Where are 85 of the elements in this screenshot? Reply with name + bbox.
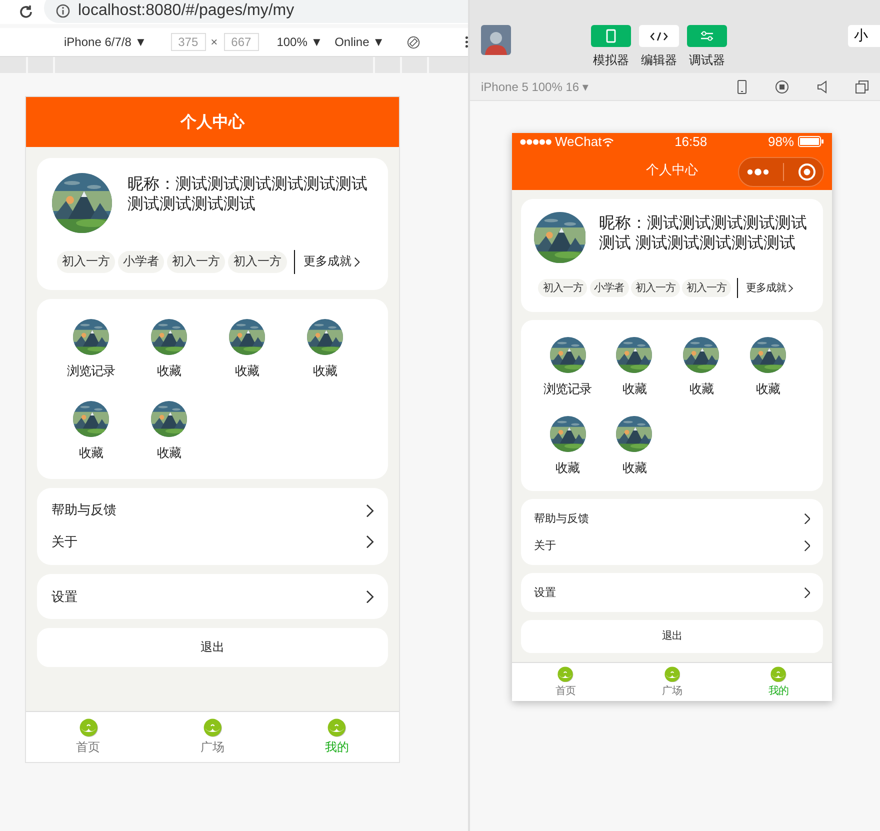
tab[interactable]: 首页	[26, 712, 150, 762]
kebab-menu-icon[interactable]	[464, 35, 468, 49]
shortcut-item[interactable]: 收藏	[734, 336, 802, 398]
battery-icon	[798, 136, 824, 148]
achievement-badge: 初入一方	[682, 278, 732, 298]
windows-icon[interactable]	[855, 80, 869, 94]
sliders-icon	[700, 31, 714, 41]
avatar-icon	[485, 29, 507, 55]
chevron-right-icon	[366, 590, 374, 604]
chevron-right-icon	[804, 512, 810, 524]
swirl-icon	[770, 666, 787, 682]
address-bar[interactable]: localhost:8080/#/pages/my/my	[44, 0, 468, 23]
shortcut-item[interactable]: 收藏	[130, 400, 208, 462]
shortcut-item[interactable]: 收藏	[52, 400, 130, 462]
code-icon	[650, 32, 668, 40]
shortcut-item[interactable]: 收藏	[601, 416, 668, 477]
user-avatar[interactable]	[481, 25, 511, 55]
menu-item[interactable]: 设置	[36, 580, 388, 612]
zoom-select[interactable]: 100% ▼	[276, 35, 323, 49]
swirl-icon	[557, 666, 574, 682]
shortcut-item[interactable]: 收藏	[208, 318, 286, 380]
chevron-right-icon	[366, 535, 374, 549]
shortcut-item[interactable]: 收藏	[534, 416, 602, 477]
status-time: 16:58	[674, 134, 708, 150]
phone-icon	[606, 29, 616, 43]
side-button[interactable]: 小	[848, 25, 880, 47]
more-icon[interactable]	[746, 168, 770, 176]
tab[interactable]: 广场	[150, 712, 275, 762]
url-text: localhost:8080/#/pages/my/my	[78, 2, 294, 20]
shortcut-item[interactable]: 收藏	[668, 336, 735, 398]
chevron-right-icon	[804, 540, 810, 552]
chevron-right-icon	[788, 284, 794, 292]
nickname: 昵称：测试测试测试测试测试测试测试测试测试测试	[127, 174, 368, 216]
page-header: 个人中心	[26, 97, 399, 148]
chevron-right-icon	[366, 504, 374, 518]
achievement-badge: 初入一方	[630, 278, 680, 298]
logout-button[interactable]: 退出	[36, 628, 388, 667]
info-icon	[56, 4, 70, 18]
menu-item[interactable]: 帮助与反馈	[36, 494, 388, 526]
phone-icon[interactable]	[735, 80, 749, 94]
achievement-badge: 小学者	[590, 278, 629, 298]
swirl-icon	[327, 718, 346, 738]
page-title: 个人中心	[646, 161, 698, 180]
achievement-badge: 小学者	[118, 250, 164, 273]
menu-item[interactable]: 关于	[36, 526, 388, 558]
shortcut-item[interactable]: 浏览记录	[534, 336, 602, 398]
tab[interactable]: 广场	[618, 663, 726, 701]
swirl-icon	[202, 718, 222, 738]
swirl-icon	[664, 666, 680, 682]
menu-item[interactable]: 设置	[521, 578, 823, 606]
signal-icon	[520, 138, 552, 146]
nickname: 昵称：测试测试测试测试测试测试 测试测试测试测试测试	[598, 214, 808, 254]
speaker-icon[interactable]	[815, 80, 829, 94]
carrier-name: WeChat	[555, 134, 602, 150]
capsule-menu[interactable]	[738, 156, 824, 187]
tab[interactable]: 首页	[512, 663, 619, 701]
shortcut-item[interactable]: 收藏	[601, 336, 668, 398]
toolbar-label: 编辑器	[641, 52, 677, 69]
reload-icon[interactable]	[18, 4, 34, 20]
device-select[interactable]: iPhone 6/7/8 ▼	[64, 35, 147, 49]
chevron-right-icon	[354, 256, 360, 267]
times-sign: ×	[210, 35, 218, 49]
toolbar-button[interactable]	[639, 25, 679, 47]
shortcut-item[interactable]: 收藏	[286, 318, 364, 380]
shortcut-item[interactable]: 收藏	[130, 318, 208, 380]
rotate-icon[interactable]	[406, 34, 420, 50]
more-achievements-link[interactable]: 更多成就	[746, 280, 794, 295]
swirl-icon	[78, 718, 98, 738]
network-select[interactable]: Online ▼	[334, 35, 384, 49]
achievement-badge: 初入一方	[56, 250, 116, 273]
shortcut-item[interactable]: 浏览记录	[52, 318, 130, 380]
battery-percent: 98%	[768, 134, 794, 150]
logout-button[interactable]: 退出	[521, 620, 823, 653]
toolbar-label: 调试器	[689, 52, 725, 69]
menu-item[interactable]: 关于	[521, 532, 823, 560]
achievement-badge: 初入一方	[167, 250, 226, 273]
record-icon[interactable]	[775, 80, 789, 94]
achievement-badge: 初入一方	[538, 278, 588, 298]
target-icon[interactable]	[798, 162, 816, 181]
achievement-badge: 初入一方	[228, 250, 287, 273]
chevron-right-icon	[804, 586, 810, 598]
menu-item[interactable]: 帮助与反馈	[521, 504, 823, 532]
wifi-icon	[602, 136, 614, 147]
toolbar-label: 模拟器	[593, 52, 629, 69]
more-achievements-link[interactable]: 更多成就	[304, 253, 360, 270]
